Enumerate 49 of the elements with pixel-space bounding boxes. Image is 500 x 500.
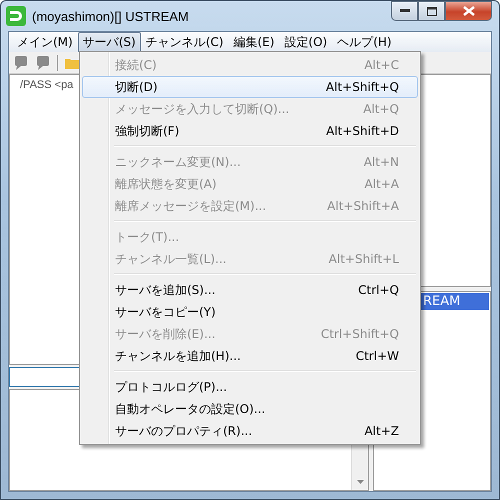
menu-item[interactable]: サーバのプロパティ(R)... Alt+Z bbox=[82, 420, 418, 442]
menu-item-label: プロトコルログ(P)... bbox=[115, 378, 228, 396]
shortcut-text: Alt+Q bbox=[363, 102, 399, 116]
shortcut-text: Ctrl+Shift+Q bbox=[320, 327, 399, 341]
shortcut-text: Alt+Shift+A bbox=[327, 199, 399, 213]
menu-item-label: チャンネル一覧(L)... bbox=[115, 250, 226, 268]
down-arrow-icon[interactable] bbox=[356, 480, 364, 484]
menu-item-label: サーバのプロパティ(R)... bbox=[115, 422, 252, 440]
window-title: (moyashimon)[] USTREAM bbox=[32, 8, 189, 24]
menu-item-label: 離席状態を変更(A) bbox=[115, 176, 217, 192]
minimize-icon bbox=[400, 9, 410, 13]
minimize-button[interactable] bbox=[391, 1, 418, 21]
shortcut-text: Alt+Z bbox=[364, 424, 399, 438]
log-line: /PASS <pa bbox=[20, 79, 74, 91]
menu-bar-item[interactable]: 設定(O) bbox=[279, 32, 332, 52]
close-icon bbox=[462, 6, 474, 16]
menu-bar-item[interactable]: サーバ(S) bbox=[78, 32, 141, 52]
menu-item-label: 離席メッセージを設定(M)... bbox=[115, 198, 266, 214]
app-icon bbox=[6, 6, 26, 26]
menu-item-label: ニックネーム変更(N)... bbox=[115, 154, 241, 170]
menu-item-label: 切断(D) bbox=[115, 78, 158, 96]
menu-bar-item[interactable]: メイン(M) bbox=[12, 32, 78, 52]
menu-item-label: メッセージを入力して切断(Q)... bbox=[115, 100, 290, 118]
maximize-icon bbox=[426, 6, 436, 16]
menu-bar-item[interactable]: ヘルプ(H) bbox=[332, 32, 397, 52]
menu-item-label: チャンネルを追加(H)... bbox=[115, 348, 241, 364]
menu-item-label: 強制切断(F) bbox=[115, 122, 180, 140]
maximize-button[interactable] bbox=[418, 1, 445, 21]
menu-item[interactable]: プロトコルログ(P)... bbox=[82, 376, 418, 398]
shortcut-text: Alt+A bbox=[364, 177, 399, 191]
shortcut-text: Alt+Shift+D bbox=[326, 124, 399, 138]
menu-item-label: トーク(T)... bbox=[115, 228, 180, 246]
shortcut-text: Ctrl+W bbox=[356, 349, 399, 363]
menu-item[interactable]: 自動オペレータの設定(O)... bbox=[82, 398, 418, 420]
menu-bar-item[interactable]: 編集(E) bbox=[228, 32, 280, 52]
menu-item[interactable]: チャンネルを追加(H)... Ctrl+W bbox=[82, 345, 418, 367]
shortcut-text: Alt+Shift+Q bbox=[326, 80, 399, 94]
shortcut-text: Alt+Shift+L bbox=[328, 252, 399, 266]
close-button[interactable] bbox=[445, 1, 492, 21]
menu-item[interactable]: 切断(D) Alt+Shift+Q bbox=[82, 76, 418, 98]
menu-item-label: 自動オペレータの設定(O)... bbox=[115, 400, 266, 418]
shortcut-text: Alt+N bbox=[364, 155, 399, 169]
shortcut-text: Alt+C bbox=[364, 58, 399, 72]
menu-bar-item[interactable]: チャンネル(C) bbox=[140, 32, 228, 52]
menu-item-label: サーバを追加(S)... bbox=[115, 282, 216, 298]
menu-item-label: 接続(C) bbox=[115, 56, 157, 74]
menu-item-label: サーバをコピー(Y) bbox=[115, 304, 216, 320]
menu-item-label: サーバを削除(E)... bbox=[115, 326, 216, 342]
menu-item[interactable]: 強制切断(F) Alt+Shift+D bbox=[82, 120, 418, 142]
